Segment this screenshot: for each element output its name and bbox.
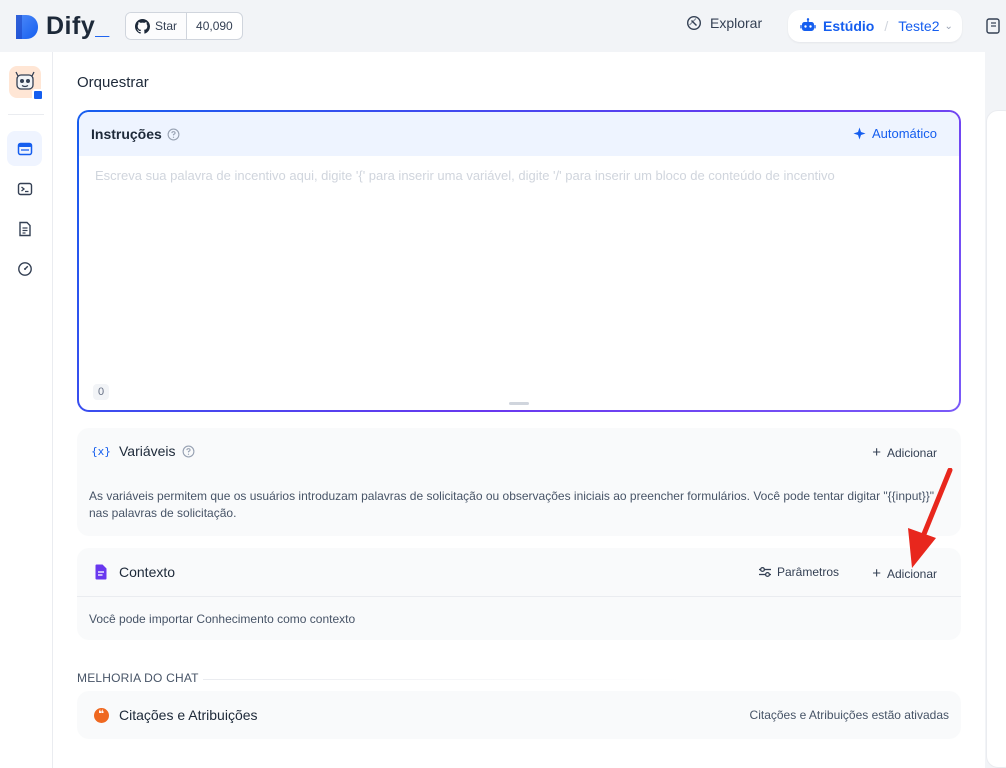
sidebar-item-logs[interactable] bbox=[7, 211, 42, 246]
instructions-card: Instruções Automático Escreva sua palavr… bbox=[77, 110, 961, 412]
context-params-label: Parâmetros bbox=[776, 565, 839, 579]
panel-toggle-icon[interactable] bbox=[986, 18, 1000, 39]
instructions-header: Instruções Automático bbox=[79, 112, 959, 156]
debug-preview-panel bbox=[986, 110, 1006, 768]
nav-explore[interactable]: Explorar bbox=[686, 15, 762, 31]
citations-title: Citações e Atribuições bbox=[119, 707, 258, 723]
context-card: Contexto Parâmetros + Adicionar Você pod… bbox=[77, 548, 961, 640]
help-circle-icon[interactable] bbox=[167, 128, 180, 141]
github-star-count[interactable]: 40,090 bbox=[187, 13, 242, 39]
context-params-button[interactable]: Parâmetros bbox=[758, 565, 839, 579]
annotation-arrow bbox=[908, 468, 953, 568]
plus-icon: + bbox=[872, 444, 881, 461]
variable-icon: {x} bbox=[91, 444, 111, 458]
studio-app-switcher[interactable]: Estúdio / Teste2 ⌄ bbox=[788, 10, 962, 42]
github-star-label: Star bbox=[155, 19, 178, 33]
app-avatar[interactable] bbox=[9, 66, 44, 101]
app-type-badge bbox=[32, 89, 44, 101]
breadcrumb-separator: / bbox=[884, 18, 889, 34]
variables-title: Variáveis bbox=[119, 443, 176, 459]
resize-handle[interactable] bbox=[509, 402, 529, 405]
document-icon bbox=[91, 562, 111, 582]
nav-studio-label[interactable]: Estúdio bbox=[823, 18, 874, 34]
context-description: Você pode importar Conhecimento como con… bbox=[89, 612, 356, 626]
variables-card: {x} Variáveis + Adicionar As variáveis p… bbox=[77, 428, 961, 536]
context-title: Contexto bbox=[119, 564, 176, 580]
add-variable-label: Adicionar bbox=[886, 445, 937, 460]
chevron-down-icon[interactable]: ⌄ bbox=[944, 21, 952, 32]
top-header: Dify_ Star 40,090 Explorar Estúdio / Tes… bbox=[0, 0, 1006, 52]
sidebar-item-orchestrate[interactable] bbox=[7, 131, 42, 166]
dify-logo[interactable]: Dify_ bbox=[14, 12, 110, 41]
sliders-icon bbox=[758, 566, 771, 578]
orchestrate-main: Orquestrar Instruções Automático Escreva… bbox=[53, 52, 985, 768]
plus-icon: + bbox=[872, 565, 881, 582]
citations-card[interactable]: ❝ Citações e Atribuições Citações e Atri… bbox=[77, 691, 961, 739]
auto-generate-label: Automático bbox=[871, 126, 937, 141]
page-title: Orquestrar bbox=[77, 74, 149, 91]
add-context-label: Adicionar bbox=[886, 566, 937, 581]
instructions-title: Instruções bbox=[91, 126, 162, 142]
auto-generate-button[interactable]: Automático bbox=[853, 126, 937, 141]
github-star-button[interactable]: Star bbox=[126, 13, 188, 39]
char-count: 0 bbox=[93, 384, 110, 400]
github-icon bbox=[135, 18, 150, 34]
variables-header: {x} Variáveis + Adicionar bbox=[77, 428, 961, 474]
sidebar-divider bbox=[8, 114, 44, 115]
citations-header: ❝ Citações e Atribuições Citações e Atri… bbox=[77, 691, 961, 739]
current-app-name[interactable]: Teste2 bbox=[898, 18, 939, 34]
citations-status: Citações e Atribuições estão ativadas bbox=[749, 708, 949, 722]
sidebar-item-api[interactable] bbox=[7, 171, 42, 206]
logo-text: Dify_ bbox=[46, 12, 110, 40]
sparkle-icon bbox=[853, 127, 866, 140]
help-circle-icon[interactable] bbox=[182, 445, 195, 458]
app-sidebar bbox=[0, 52, 53, 768]
prompt-editor[interactable]: Escreva sua palavra de incentivo aqui, d… bbox=[95, 168, 835, 183]
github-star-badge[interactable]: Star 40,090 bbox=[125, 12, 243, 40]
nav-explore-label: Explorar bbox=[710, 15, 763, 31]
chat-enhancement-label: MELHORIA DO CHAT bbox=[77, 671, 199, 685]
document-list-icon bbox=[18, 221, 31, 236]
compass-icon bbox=[686, 15, 702, 31]
window-layout-icon bbox=[17, 142, 32, 155]
section-divider-line bbox=[203, 679, 683, 680]
context-header: Contexto Parâmetros + Adicionar bbox=[77, 548, 961, 596]
gauge-icon bbox=[17, 261, 32, 276]
quote-icon: ❝ bbox=[91, 705, 111, 725]
terminal-icon bbox=[17, 182, 32, 195]
sidebar-item-monitoring[interactable] bbox=[7, 251, 42, 286]
variables-description: As variáveis permitem que os usuários in… bbox=[89, 489, 934, 520]
add-variable-button[interactable]: + Adicionar bbox=[872, 444, 937, 461]
dify-logo-icon bbox=[16, 14, 38, 39]
robot-icon bbox=[800, 18, 816, 31]
